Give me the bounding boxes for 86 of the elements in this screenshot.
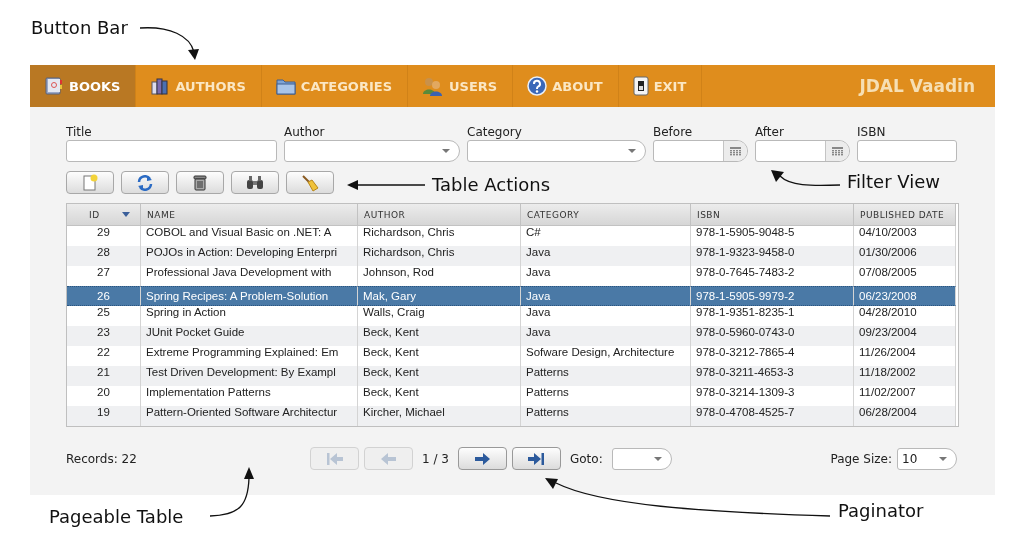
table-cell: POJOs in Action: Developing Enterpri bbox=[141, 246, 358, 266]
table-cell: 21 bbox=[67, 366, 141, 386]
records-count: Records: 22 bbox=[66, 451, 138, 466]
table-cell: Java bbox=[521, 326, 691, 346]
table-cell: 26 bbox=[67, 286, 141, 306]
refresh-icon bbox=[137, 174, 153, 191]
app-title: JDAL Vaadin bbox=[859, 76, 976, 96]
table-cell: Patterns bbox=[521, 406, 691, 426]
column-header[interactable]: ISBN bbox=[691, 204, 854, 226]
field-label: Before bbox=[653, 125, 694, 139]
callout-arrow bbox=[771, 170, 841, 187]
broom-icon bbox=[301, 173, 319, 192]
new-document-icon bbox=[82, 174, 98, 191]
column-header[interactable]: ID bbox=[67, 204, 141, 226]
dropdown-field[interactable] bbox=[467, 140, 646, 162]
calendar-icon bbox=[730, 146, 741, 156]
table-cell: Java bbox=[521, 246, 691, 266]
table-cell: 978-0-3211-4653-3 bbox=[691, 366, 854, 386]
column-header[interactable]: NAME bbox=[141, 204, 358, 226]
table-cell: 11/18/2002 bbox=[854, 366, 956, 386]
trash-can-icon bbox=[193, 174, 207, 191]
table-cell: Richardson, Chris bbox=[358, 246, 521, 266]
column-header[interactable]: AUTHOR bbox=[358, 204, 521, 226]
arrow-bar-icon bbox=[325, 450, 344, 467]
field-label: After bbox=[755, 125, 785, 139]
switch-icon bbox=[632, 76, 649, 96]
books-icon bbox=[150, 76, 171, 96]
goto-label: Goto: bbox=[568, 451, 604, 466]
column-header[interactable]: PUBLISHED DATE bbox=[854, 204, 956, 226]
table-cell: 28 bbox=[67, 246, 141, 266]
table-cell: Mak, Gary bbox=[358, 286, 521, 306]
arrow-icon bbox=[379, 450, 398, 467]
page-button[interactable] bbox=[457, 447, 507, 470]
action-button[interactable] bbox=[176, 171, 224, 194]
field-label: ISBN bbox=[857, 125, 887, 139]
callout-label: Filter View bbox=[847, 171, 940, 192]
field-label: Title bbox=[66, 125, 93, 139]
action-button[interactable] bbox=[121, 171, 169, 194]
page-button[interactable] bbox=[511, 447, 561, 470]
text-field[interactable] bbox=[66, 140, 277, 162]
page-size-dropdown[interactable]: 10 bbox=[897, 447, 957, 470]
page-indicator: 1 / 3 bbox=[421, 451, 450, 466]
users-icon bbox=[422, 76, 444, 96]
table-cell: Spring Recipes: A Problem-Solution bbox=[141, 286, 358, 306]
nav-tab[interactable]: BOOKS bbox=[30, 65, 137, 107]
table-cell: 06/28/2004 bbox=[854, 406, 956, 426]
table-cell: Pattern-Oriented Software Architectur bbox=[141, 406, 358, 426]
field-label: Category bbox=[467, 125, 523, 139]
table-cell: 978-0-5960-0743-0 bbox=[691, 326, 854, 346]
column-header[interactable]: CATEGORY bbox=[521, 204, 691, 226]
goto-dropdown[interactable] bbox=[611, 447, 672, 470]
arrow-icon bbox=[473, 450, 492, 467]
callout-label: Button Bar bbox=[31, 17, 128, 38]
table-cell: 19 bbox=[67, 406, 141, 426]
table-cell: Java bbox=[521, 286, 691, 306]
folder-icon bbox=[275, 77, 296, 95]
table-cell: 01/30/2006 bbox=[854, 246, 956, 266]
table-cell: 978-1-5905-9979-2 bbox=[691, 286, 854, 306]
binoculars-icon bbox=[246, 175, 264, 190]
book-icon bbox=[44, 76, 64, 96]
table-cell: 23 bbox=[67, 326, 141, 346]
date-field[interactable] bbox=[755, 140, 850, 162]
date-field[interactable] bbox=[653, 140, 748, 162]
table-cell: Test Driven Development: By Exampl bbox=[141, 366, 358, 386]
table-cell: JUnit Pocket Guide bbox=[141, 326, 358, 346]
table-cell: Kircher, Michael bbox=[358, 406, 521, 426]
callout-label: Table Actions bbox=[432, 174, 551, 195]
field-label: Author bbox=[284, 125, 326, 139]
table-cell: 09/23/2004 bbox=[854, 326, 956, 346]
action-button[interactable] bbox=[231, 171, 279, 194]
callout-label: Pageable Table bbox=[49, 506, 184, 527]
table-cell: 978-1-9323-9458-0 bbox=[691, 246, 854, 266]
dropdown-field[interactable] bbox=[284, 140, 460, 162]
callout-arrow bbox=[209, 467, 254, 517]
callout-arrow bbox=[139, 27, 199, 60]
callout-label: Paginator bbox=[838, 500, 924, 521]
table-cell: Beck, Kent bbox=[358, 326, 521, 346]
help-icon bbox=[527, 76, 548, 96]
arrow-bar-icon bbox=[527, 450, 546, 467]
table-cell: 978-0-4708-4525-7 bbox=[691, 406, 854, 426]
table-cell: 06/23/2008 bbox=[854, 286, 956, 306]
calendar-icon bbox=[832, 146, 843, 156]
table-cell: Patterns bbox=[521, 366, 691, 386]
table-cell: Beck, Kent bbox=[358, 366, 521, 386]
page-size-label: Page Size: bbox=[830, 451, 892, 466]
text-field[interactable] bbox=[857, 140, 957, 162]
